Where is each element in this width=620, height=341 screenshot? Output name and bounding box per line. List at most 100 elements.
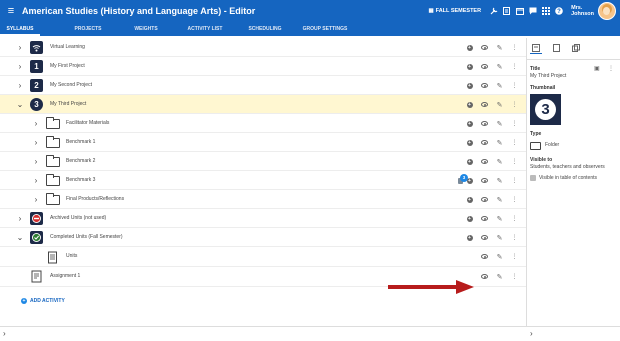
list-item[interactable]: › Benchmark 2 + ✎ ⋮ bbox=[0, 152, 526, 171]
chevron-right-icon[interactable]: › bbox=[32, 133, 40, 152]
semester-selector[interactable]: ▦ FALL SEMESTER bbox=[428, 8, 481, 14]
more-icon[interactable]: ⋮ bbox=[507, 209, 522, 228]
list-item[interactable]: › Facilitator Materials + ✎ ⋮ bbox=[0, 114, 526, 133]
add-icon[interactable]: + bbox=[462, 76, 477, 95]
add-icon[interactable]: + bbox=[462, 190, 477, 209]
tab-weights[interactable]: WEIGHTS bbox=[126, 22, 166, 36]
chevron-right-icon[interactable]: › bbox=[16, 38, 24, 57]
tab-scheduling[interactable]: SCHEDULING bbox=[240, 22, 290, 36]
chevron-right-icon[interactable]: › bbox=[32, 114, 40, 133]
pencil-icon[interactable]: ✎ bbox=[492, 152, 507, 171]
chevron-right-icon[interactable]: › bbox=[16, 209, 24, 228]
pencil-icon[interactable]: ✎ bbox=[492, 190, 507, 209]
chevron-right-icon[interactable]: › bbox=[32, 190, 40, 209]
tab-activity-list[interactable]: ACTIVITY LIST bbox=[180, 22, 230, 36]
calendar-icon[interactable] bbox=[515, 7, 524, 16]
chevron-right-icon[interactable]: › bbox=[3, 329, 6, 338]
table-of-contents-checkbox[interactable] bbox=[530, 175, 536, 181]
add-icon[interactable]: + bbox=[462, 209, 477, 228]
pencil-icon[interactable]: ✎ bbox=[492, 76, 507, 95]
list-item[interactable]: › 2 My Second Project + ✎ ⋮ bbox=[0, 76, 526, 95]
chevron-right-icon[interactable]: › bbox=[530, 329, 533, 338]
tab-syllabus[interactable]: SYLLABUS bbox=[0, 22, 40, 36]
message-icon[interactable] bbox=[528, 7, 537, 16]
copy-icon[interactable] bbox=[570, 42, 582, 54]
chevron-right-icon[interactable]: › bbox=[16, 57, 24, 76]
chevron-down-icon[interactable]: ⌄ bbox=[16, 228, 24, 247]
more-icon[interactable]: ⋮ bbox=[608, 65, 614, 72]
list-item[interactable]: › Benchmark 1 + ✎ ⋮ bbox=[0, 133, 526, 152]
more-icon[interactable]: ⋮ bbox=[507, 133, 522, 152]
pencil-icon[interactable]: ✎ bbox=[492, 114, 507, 133]
eye-icon[interactable] bbox=[477, 190, 492, 209]
more-icon[interactable]: ⋮ bbox=[507, 190, 522, 209]
add-icon[interactable]: + bbox=[462, 57, 477, 76]
add-icon[interactable]: + bbox=[462, 171, 477, 190]
list-item[interactable]: › Virtual Learning + ✎ ⋮ bbox=[0, 38, 526, 57]
user-name[interactable]: Mrs. Johnson bbox=[571, 5, 594, 17]
list-item[interactable]: › Benchmark 3 3 + ✎ ⋮ bbox=[0, 171, 526, 190]
more-icon[interactable]: ⋮ bbox=[507, 152, 522, 171]
visible-value: Students, teachers and observers bbox=[530, 164, 605, 170]
list-item[interactable]: Units ✎ ⋮ bbox=[0, 247, 526, 267]
add-activity-button[interactable]: + ADD ACTIVITY bbox=[21, 298, 65, 304]
more-icon[interactable]: ⋮ bbox=[507, 247, 522, 266]
pencil-icon[interactable]: ✎ bbox=[492, 267, 507, 286]
wrench-icon[interactable] bbox=[489, 7, 498, 16]
pencil-icon[interactable]: ✎ bbox=[492, 38, 507, 57]
help-icon[interactable]: ? bbox=[554, 7, 563, 16]
add-icon[interactable]: + bbox=[462, 152, 477, 171]
eye-icon[interactable] bbox=[477, 76, 492, 95]
chevron-right-icon[interactable]: › bbox=[16, 76, 24, 95]
pencil-icon[interactable]: ✎ bbox=[492, 95, 507, 114]
add-icon[interactable]: + bbox=[462, 114, 477, 133]
eye-icon[interactable] bbox=[477, 247, 492, 266]
more-icon[interactable]: ⋮ bbox=[507, 95, 522, 114]
eye-icon[interactable] bbox=[477, 95, 492, 114]
list-item[interactable]: › 1 My First Project + ✎ ⋮ bbox=[0, 57, 526, 76]
pencil-icon[interactable]: ✎ bbox=[492, 228, 507, 247]
add-icon[interactable]: + bbox=[462, 228, 477, 247]
eye-icon[interactable] bbox=[477, 38, 492, 57]
pencil-icon[interactable]: ✎ bbox=[492, 57, 507, 76]
eye-icon[interactable] bbox=[477, 209, 492, 228]
chevron-right-icon[interactable]: › bbox=[32, 171, 40, 190]
more-icon[interactable]: ⋮ bbox=[507, 171, 522, 190]
page-icon[interactable] bbox=[550, 42, 562, 54]
eye-icon[interactable] bbox=[477, 114, 492, 133]
avatar[interactable] bbox=[598, 2, 616, 20]
more-icon[interactable]: ⋮ bbox=[507, 114, 522, 133]
pencil-icon[interactable]: ✎ bbox=[492, 171, 507, 190]
document-icon[interactable] bbox=[502, 7, 511, 16]
save-icon[interactable]: ▣ bbox=[594, 65, 600, 72]
tab-group-settings[interactable]: GROUP SETTINGS bbox=[300, 22, 350, 36]
eye-icon[interactable] bbox=[477, 171, 492, 190]
thumbnail-image[interactable]: 3 bbox=[530, 94, 561, 125]
pencil-icon[interactable]: ✎ bbox=[492, 209, 507, 228]
eye-icon[interactable] bbox=[477, 267, 492, 286]
eye-icon[interactable] bbox=[477, 228, 492, 247]
list-item[interactable]: › Archived Units (not used) + ✎ ⋮ bbox=[0, 209, 526, 228]
more-icon[interactable]: ⋮ bbox=[507, 57, 522, 76]
list-item-selected[interactable]: ⌄ 3 My Third Project + ✎ ⋮ bbox=[0, 95, 526, 114]
hamburger-icon[interactable]: ≡ bbox=[0, 5, 22, 17]
chevron-right-icon[interactable]: › bbox=[32, 152, 40, 171]
add-icon[interactable]: + bbox=[462, 38, 477, 57]
eye-icon[interactable] bbox=[477, 152, 492, 171]
add-icon[interactable]: + bbox=[462, 95, 477, 114]
eye-icon[interactable] bbox=[477, 57, 492, 76]
list-item[interactable]: ⌄ Completed Units (Fall Semester) + ✎ ⋮ bbox=[0, 228, 526, 247]
eye-icon[interactable] bbox=[477, 133, 492, 152]
more-icon[interactable]: ⋮ bbox=[507, 76, 522, 95]
info-icon[interactable] bbox=[530, 42, 542, 54]
add-icon[interactable]: + bbox=[462, 133, 477, 152]
more-icon[interactable]: ⋮ bbox=[507, 267, 522, 286]
pencil-icon[interactable]: ✎ bbox=[492, 247, 507, 266]
chevron-down-icon[interactable]: ⌄ bbox=[16, 95, 24, 114]
tab-projects[interactable]: PROJECTS bbox=[68, 22, 108, 36]
list-item[interactable]: › Final Products/Reflections + ✎ ⋮ bbox=[0, 190, 526, 209]
pencil-icon[interactable]: ✎ bbox=[492, 133, 507, 152]
more-icon[interactable]: ⋮ bbox=[507, 228, 522, 247]
more-icon[interactable]: ⋮ bbox=[507, 38, 522, 57]
grid-icon[interactable] bbox=[541, 7, 550, 16]
